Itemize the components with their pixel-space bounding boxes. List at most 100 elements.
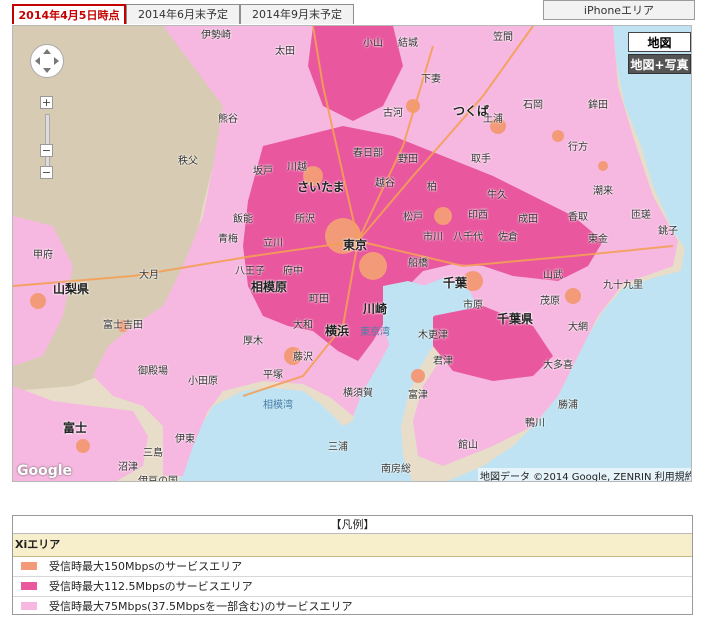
map-label: 木更津 — [418, 330, 448, 341]
map-label: 君津 — [433, 356, 453, 367]
map-label: 船橋 — [408, 258, 428, 269]
map-label: 牛久 — [487, 190, 507, 201]
map-label: 香取 — [568, 212, 588, 223]
tab-iphone-area[interactable]: iPhoneエリア — [543, 0, 695, 20]
map-label: 九十九里 — [603, 280, 643, 291]
map-label: 匝瑳 — [631, 210, 651, 221]
map-label: 川崎 — [363, 302, 388, 316]
map-label: 三浦 — [328, 442, 348, 453]
map-label: 八千代 — [453, 232, 483, 243]
map-label: 笠間 — [493, 32, 513, 43]
map-label: 勝浦 — [558, 400, 578, 411]
map-label: 伊豆の国 — [138, 476, 178, 482]
map-attribution[interactable]: 地図データ ©2014 Google, ZENRIN 利用規約 — [478, 468, 691, 481]
map-label: 佐倉 — [498, 232, 518, 243]
map-label: 千葉 — [443, 276, 468, 290]
map-label: 厚木 — [243, 336, 263, 347]
legend: 【凡例】 Xiエリア 受信時最大150Mbpsのサービスエリア 受信時最大112… — [12, 515, 693, 615]
legend-section-xi: Xiエリア — [13, 534, 692, 557]
map-label: 行方 — [568, 142, 588, 153]
legend-swatch — [21, 582, 37, 590]
map-label: 市原 — [463, 300, 483, 311]
map-view-button[interactable]: 地図 — [628, 32, 691, 52]
map-label: 八王子 — [235, 266, 265, 277]
map-label: 相模湾 — [263, 400, 293, 411]
map-label: 大多喜 — [543, 360, 573, 371]
map-label: 印西 — [468, 210, 488, 221]
map-label: 銚子 — [658, 226, 678, 237]
map-label: 御殿場 — [138, 366, 168, 377]
map-label: 柏 — [427, 182, 437, 193]
map-label: 館山 — [458, 440, 478, 451]
map-label: 横浜 — [325, 324, 350, 338]
map-label: 伊勢崎 — [201, 30, 231, 41]
zoom-out-button[interactable]: − — [40, 166, 53, 179]
map-label: 富津 — [408, 390, 428, 401]
map-label: 取手 — [471, 154, 491, 165]
map-label: 東京湾 — [360, 327, 390, 338]
legend-item-150: 受信時最大150Mbpsのサービスエリア — [13, 557, 692, 577]
map-label: 下妻 — [421, 74, 441, 85]
legend-label: 受信時最大112.5Mbpsのサービスエリア — [49, 580, 253, 593]
map-label: 山武 — [543, 270, 563, 281]
map-label: 大和 — [293, 320, 313, 331]
map-label: 平塚 — [263, 370, 283, 381]
map-label: 三島 — [143, 448, 163, 459]
tab-2014-04-05[interactable]: 2014年4月5日時点 — [12, 4, 126, 24]
map-label: 茂原 — [540, 296, 560, 307]
map-label: 大網 — [568, 322, 588, 333]
map-label: 太田 — [275, 46, 295, 57]
legend-swatch — [21, 602, 37, 610]
map-label: 小山 — [363, 38, 383, 49]
map-label: 市川 — [423, 232, 443, 243]
map-label: 潮来 — [593, 186, 613, 197]
map-label: 山梨県 — [53, 282, 90, 296]
map-label: 千葉県 — [497, 312, 534, 326]
legend-swatch — [21, 562, 37, 570]
map-label: 富士 — [63, 421, 88, 435]
map-label: 松戸 — [403, 212, 423, 223]
map-label: 東金 — [588, 234, 608, 245]
map-label: さいたま — [297, 180, 345, 194]
map-label: 越谷 — [375, 178, 395, 189]
map-label: 坂戸 — [253, 166, 273, 177]
map-label: 富士吉田 — [103, 320, 143, 331]
map-label: 藤沢 — [293, 352, 313, 363]
coverage-map[interactable]: 伊勢崎 太田 小山 結城 笠間 下妻 つくば 土浦 石岡 鉾田 熊谷 古河 坂戸… — [12, 25, 692, 482]
map-label: 大月 — [139, 270, 159, 281]
legend-item-112: 受信時最大112.5Mbpsのサービスエリア — [13, 577, 692, 597]
tab-2014-09[interactable]: 2014年9月末予定 — [240, 4, 354, 24]
map-label: 所沢 — [295, 214, 315, 225]
map-label: 土浦 — [483, 114, 503, 125]
map-label: 府中 — [283, 266, 303, 277]
pan-control[interactable] — [30, 44, 64, 78]
map-label: 東京 — [343, 238, 368, 252]
map-label: 沼津 — [118, 462, 138, 473]
map-label: 川越 — [287, 162, 307, 173]
map-canvas — [13, 26, 691, 481]
satellite-view-button[interactable]: 地図+写真 — [628, 54, 691, 74]
map-label: 結城 — [398, 38, 418, 49]
map-label: 立川 — [263, 238, 283, 249]
legend-title: 【凡例】 — [13, 516, 692, 534]
pan-arrows-icon — [35, 49, 59, 73]
map-label: 古河 — [383, 108, 403, 119]
zoom-in-button[interactable]: + — [40, 96, 53, 109]
tab-2014-06[interactable]: 2014年6月末予定 — [126, 4, 240, 24]
map-label: 南房総 — [381, 464, 411, 475]
map-label: 相模原 — [251, 280, 288, 294]
map-label: 秩父 — [178, 156, 198, 167]
map-label: 小田原 — [188, 376, 218, 387]
map-label: 伊東 — [175, 434, 195, 445]
map-label: 町田 — [309, 294, 329, 305]
map-label: 熊谷 — [218, 114, 238, 125]
legend-label: 受信時最大150Mbpsのサービスエリア — [49, 560, 243, 573]
map-label: 石岡 — [523, 100, 543, 111]
map-label: 春日部 — [353, 148, 383, 159]
map-label: 甲府 — [33, 250, 53, 261]
google-logo: Google — [17, 463, 73, 479]
legend-item-75: 受信時最大75Mbps(37.5Mbpsを一部含む)のサービスエリア — [13, 597, 692, 616]
map-label: 青梅 — [218, 234, 238, 245]
zoom-handle[interactable]: − — [40, 144, 53, 157]
map-label: 野田 — [398, 154, 418, 165]
